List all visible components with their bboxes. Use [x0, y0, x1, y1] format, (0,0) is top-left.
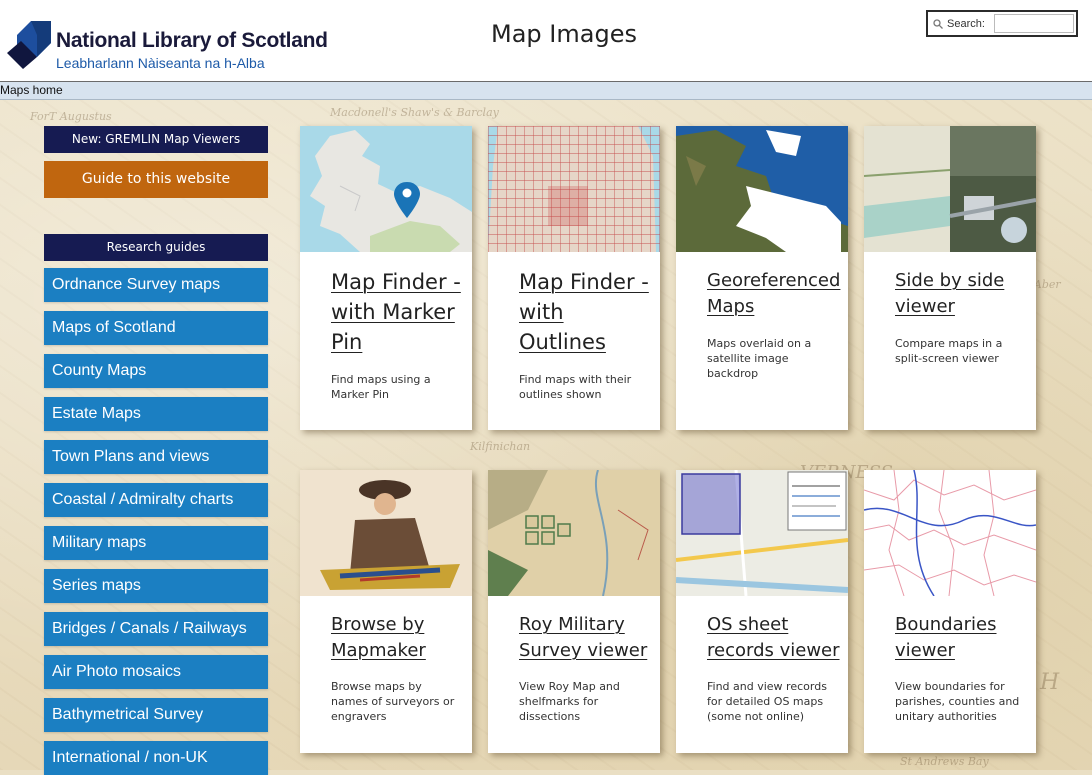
gremlin-viewers-button[interactable]: New: GREMLIN Map Viewers [44, 126, 268, 153]
sidebar-item-bridges-canals-railways[interactable]: Bridges / Canals / Railways [44, 612, 268, 646]
search-box: Search: [926, 10, 1078, 37]
guide-button[interactable]: Guide to this website [44, 161, 268, 198]
card-image-marker-pin[interactable] [300, 126, 472, 252]
card-roy-military[interactable]: Roy Military Survey viewer View Roy Map … [488, 470, 660, 753]
card-georeferenced[interactable]: Georeferenced Maps Maps overlaid on a sa… [676, 126, 848, 430]
sidebar-item-estate-maps[interactable]: Estate Maps [44, 397, 268, 431]
card-map-finder-marker[interactable]: Map Finder - with Marker Pin Find maps u… [300, 126, 472, 430]
breadcrumb: Maps home [0, 82, 1092, 100]
card-boundaries[interactable]: Boundaries viewer View boundaries for pa… [864, 470, 1036, 753]
card-image-georeferenced[interactable] [676, 126, 848, 252]
sidebar-item-military-maps[interactable]: Military maps [44, 526, 268, 560]
breadcrumb-maps-home[interactable]: Maps home [0, 83, 63, 97]
card-title[interactable]: Georeferenced Maps [707, 268, 840, 320]
sidebar-item-coastal-charts[interactable]: Coastal / Admiralty charts [44, 483, 268, 517]
logo-subtitle[interactable]: Leabharlann Nàiseanta na h-Alba [56, 55, 265, 71]
card-description: Find maps with their outlines shown [519, 373, 632, 401]
card-map-finder-outlines[interactable]: Map Finder - with Outlines Find maps wit… [488, 126, 660, 430]
card-title[interactable]: Map Finder - with Outlines [519, 267, 652, 357]
card-description: Compare maps in a split-screen viewer [895, 337, 1003, 365]
card-image-side-by-side[interactable] [864, 126, 1036, 252]
card-title[interactable]: Side by side viewer [895, 268, 1028, 320]
card-image-roy-military[interactable] [488, 470, 660, 596]
card-description: Find and view records for detailed OS ma… [707, 680, 827, 723]
sidebar-item-bathymetrical-survey[interactable]: Bathymetrical Survey [44, 698, 268, 732]
sidebar-item-series-maps[interactable]: Series maps [44, 569, 268, 603]
research-guides-header: Research guides [44, 234, 268, 261]
card-side-by-side[interactable]: Side by side viewer Compare maps in a sp… [864, 126, 1036, 430]
card-title[interactable]: Browse by Mapmaker [331, 612, 464, 664]
card-image-boundaries[interactable] [864, 470, 1036, 596]
card-title[interactable]: Boundaries viewer [895, 612, 1028, 664]
sidebar-item-town-plans[interactable]: Town Plans and views [44, 440, 268, 474]
sidebar-item-maps-of-scotland[interactable]: Maps of Scotland [44, 311, 268, 345]
card-description: Find maps using a Marker Pin [331, 373, 431, 401]
card-description: Maps overlaid on a satellite image backd… [707, 337, 812, 380]
card-description: View boundaries for parishes, counties a… [895, 680, 1020, 723]
card-browse-mapmaker[interactable]: Browse by Mapmaker Browse maps by names … [300, 470, 472, 753]
sidebar-item-county-maps[interactable]: County Maps [44, 354, 268, 388]
card-description: View Roy Map and shelfmarks for dissecti… [519, 680, 620, 723]
search-input[interactable] [994, 14, 1074, 33]
search-icon [933, 19, 943, 29]
card-image-mapmaker[interactable] [300, 470, 472, 596]
card-image-outlines[interactable] [488, 126, 660, 252]
sidebar-item-air-photo-mosaics[interactable]: Air Photo mosaics [44, 655, 268, 689]
site-header: National Library of Scotland Leabharlann… [0, 0, 1092, 82]
card-title[interactable]: OS sheet records viewer [707, 612, 840, 664]
card-os-sheet-records[interactable]: OS sheet records viewer Find and view re… [676, 470, 848, 753]
sidebar-item-ordnance-survey[interactable]: Ordnance Survey maps [44, 268, 268, 302]
card-description: Browse maps by names of surveyors or eng… [331, 680, 455, 723]
card-image-os-sheet[interactable] [676, 470, 848, 596]
card-title[interactable]: Map Finder - with Marker Pin [331, 267, 464, 357]
card-title[interactable]: Roy Military Survey viewer [519, 612, 652, 664]
search-label: Search: [947, 18, 985, 30]
